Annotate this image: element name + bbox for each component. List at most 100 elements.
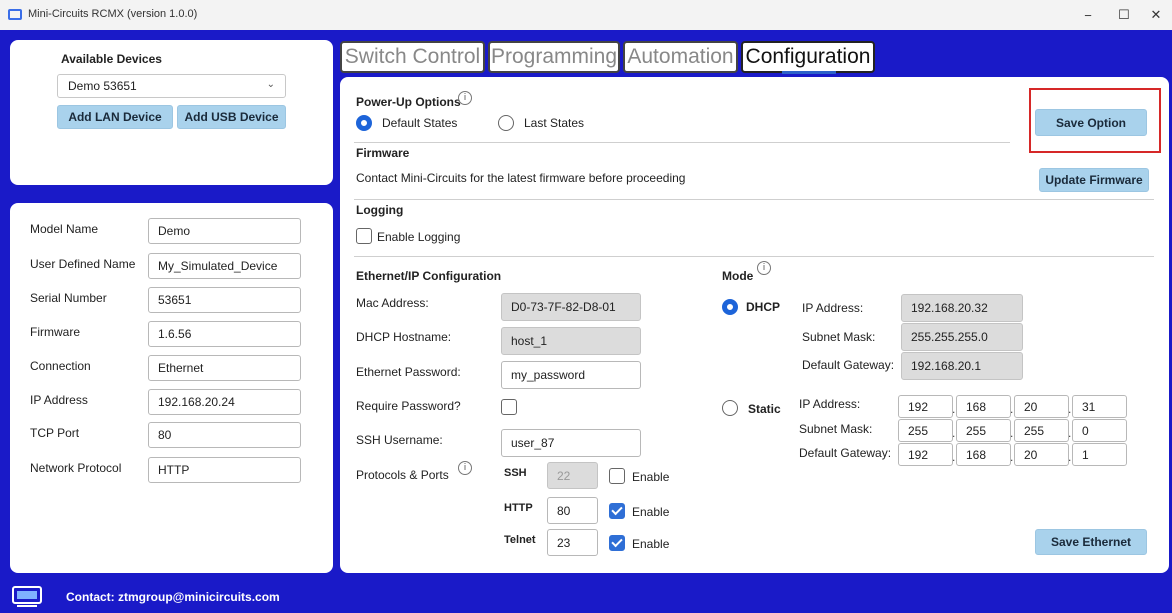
power-up-info-icon[interactable]: i — [458, 91, 472, 105]
device-info-field[interactable]: My_Simulated_Device — [148, 253, 301, 279]
ssh-username-field[interactable]: user_87 — [501, 429, 641, 457]
device-info-label: Connection — [30, 359, 91, 373]
static-ip-label: IP Address: — [799, 397, 861, 411]
device-info-label: Network Protocol — [30, 461, 122, 475]
device-info-field[interactable]: 1.6.56 — [148, 321, 301, 347]
dhcp-hostname-label: DHCP Hostname: — [356, 330, 452, 344]
device-info-label: Firmware — [30, 325, 80, 339]
ethernet-password-field[interactable]: my_password — [501, 361, 641, 389]
static-gw-octet-field[interactable]: 20 — [1014, 443, 1069, 466]
ethernet-password-label: Ethernet Password: — [356, 365, 461, 379]
octet-separator: . — [1068, 450, 1072, 464]
protocol-enable-label: Enable — [632, 505, 670, 519]
save-option-button[interactable]: Save Option — [1035, 109, 1147, 136]
add-usb-device-button[interactable]: Add USB Device — [177, 105, 286, 129]
device-info-field[interactable]: HTTP — [148, 457, 301, 483]
tab-configuration[interactable]: Configuration — [741, 41, 875, 73]
octet-separator: . — [1010, 402, 1014, 416]
tab-programming[interactable]: Programming — [488, 41, 620, 73]
device-select-value: Demo 53651 — [68, 79, 137, 93]
available-devices-heading: Available Devices — [61, 52, 162, 66]
tab-automation[interactable]: Automation — [623, 41, 738, 73]
title-bar: Mini-Circuits RCMX (version 1.0.0) − ☐ ✕ — [0, 0, 1172, 30]
protocol-port-field[interactable]: 23 — [547, 529, 598, 556]
static-label: Static — [748, 402, 781, 416]
protocols-info-icon[interactable]: i — [458, 461, 472, 475]
octet-separator: . — [1010, 450, 1014, 464]
static-mask-octet-field[interactable]: 0 — [1072, 419, 1127, 442]
static-ip-octet-field[interactable]: 20 — [1014, 395, 1069, 418]
static-radio[interactable] — [722, 400, 738, 416]
firmware-text: Contact Mini-Circuits for the latest fir… — [356, 171, 686, 185]
protocol-enable-label: Enable — [632, 470, 670, 484]
divider — [354, 142, 1010, 143]
contact-email[interactable]: Contact: ztmgroup@minicircuits.com — [66, 590, 280, 604]
mac-address-field: D0-73-7F-82-D8-01 — [501, 293, 641, 321]
dhcp-gateway-field: 192.168.20.1 — [901, 352, 1023, 380]
mac-address-label: Mac Address: — [356, 296, 429, 310]
footer: Contact: ztmgroup@minicircuits.com — [0, 580, 1172, 613]
static-gw-octet-field[interactable]: 168 — [956, 443, 1011, 466]
device-info-label: Model Name — [30, 222, 99, 236]
static-mask-octet-field[interactable]: 255 — [898, 419, 953, 442]
device-info-field[interactable]: 80 — [148, 422, 301, 448]
protocol-port-field[interactable]: 80 — [547, 497, 598, 524]
octet-separator: . — [952, 450, 956, 464]
protocol-name: HTTP — [504, 502, 533, 514]
protocols-ports-label: Protocols & Ports — [356, 468, 449, 482]
static-ip-octet-field[interactable]: 168 — [956, 395, 1011, 418]
dhcp-gateway-label: Default Gateway: — [802, 358, 895, 372]
octet-separator: . — [1010, 426, 1014, 440]
active-tab-indicator — [782, 71, 836, 74]
mode-heading: Mode — [722, 269, 754, 283]
logging-heading: Logging — [356, 203, 404, 217]
window-title: Mini-Circuits RCMX (version 1.0.0) — [28, 8, 198, 20]
configuration-panel: Power-Up Options i Default States Last S… — [340, 77, 1169, 573]
static-gateway-label: Default Gateway: — [799, 446, 892, 460]
device-info-label: IP Address — [30, 393, 88, 407]
maximize-button[interactable]: ☐ — [1106, 0, 1142, 30]
dhcp-mask-label: Subnet Mask: — [802, 330, 876, 344]
protocol-enable-checkbox[interactable] — [609, 503, 625, 519]
save-ethernet-button[interactable]: Save Ethernet — [1035, 529, 1147, 555]
dhcp-label: DHCP — [746, 300, 781, 314]
dhcp-mask-field: 255.255.255.0 — [901, 323, 1023, 351]
last-states-label: Last States — [524, 116, 585, 130]
device-info-field[interactable]: Demo — [148, 218, 301, 244]
require-password-checkbox[interactable] — [501, 399, 517, 415]
default-states-radio[interactable] — [356, 115, 372, 131]
tab-switch-control[interactable]: Switch Control — [340, 41, 485, 73]
close-button[interactable]: ✕ — [1138, 0, 1172, 30]
protocol-name: Telnet — [504, 534, 536, 546]
device-info-field[interactable]: Ethernet — [148, 355, 301, 381]
static-ip-octet-field[interactable]: 192 — [898, 395, 953, 418]
update-firmware-button[interactable]: Update Firmware — [1039, 168, 1149, 192]
octet-separator: . — [952, 402, 956, 416]
protocol-enable-label: Enable — [632, 537, 670, 551]
device-select[interactable]: Demo 53651 ⌄ — [57, 74, 286, 98]
protocol-enable-checkbox[interactable] — [609, 468, 625, 484]
device-info-label: TCP Port — [30, 426, 80, 440]
dhcp-hostname-field: host_1 — [501, 327, 641, 355]
static-mask-octet-field[interactable]: 255 — [1014, 419, 1069, 442]
octet-separator: . — [1068, 402, 1072, 416]
protocol-enable-checkbox[interactable] — [609, 535, 625, 551]
static-gw-octet-field[interactable]: 1 — [1072, 443, 1127, 466]
require-password-label: Require Password? — [356, 399, 461, 413]
firmware-heading: Firmware — [356, 146, 410, 160]
static-ip-octet-field[interactable]: 31 — [1072, 395, 1127, 418]
device-info-field[interactable]: 192.168.20.24 — [148, 389, 301, 415]
add-lan-device-button[interactable]: Add LAN Device — [57, 105, 173, 129]
enable-logging-checkbox[interactable] — [356, 228, 372, 244]
static-mask-octet-field[interactable]: 255 — [956, 419, 1011, 442]
chevron-down-icon: ⌄ — [266, 79, 275, 90]
dhcp-radio[interactable] — [722, 299, 738, 315]
mode-info-icon[interactable]: i — [757, 261, 771, 275]
available-devices-panel: Available Devices Demo 53651 ⌄ Add LAN D… — [10, 40, 333, 185]
static-gw-octet-field[interactable]: 192 — [898, 443, 953, 466]
last-states-radio[interactable] — [498, 115, 514, 131]
enable-logging-label: Enable Logging — [377, 230, 461, 244]
minimize-button[interactable]: − — [1070, 0, 1106, 30]
octet-separator: . — [1068, 426, 1072, 440]
device-info-field[interactable]: 53651 — [148, 287, 301, 313]
